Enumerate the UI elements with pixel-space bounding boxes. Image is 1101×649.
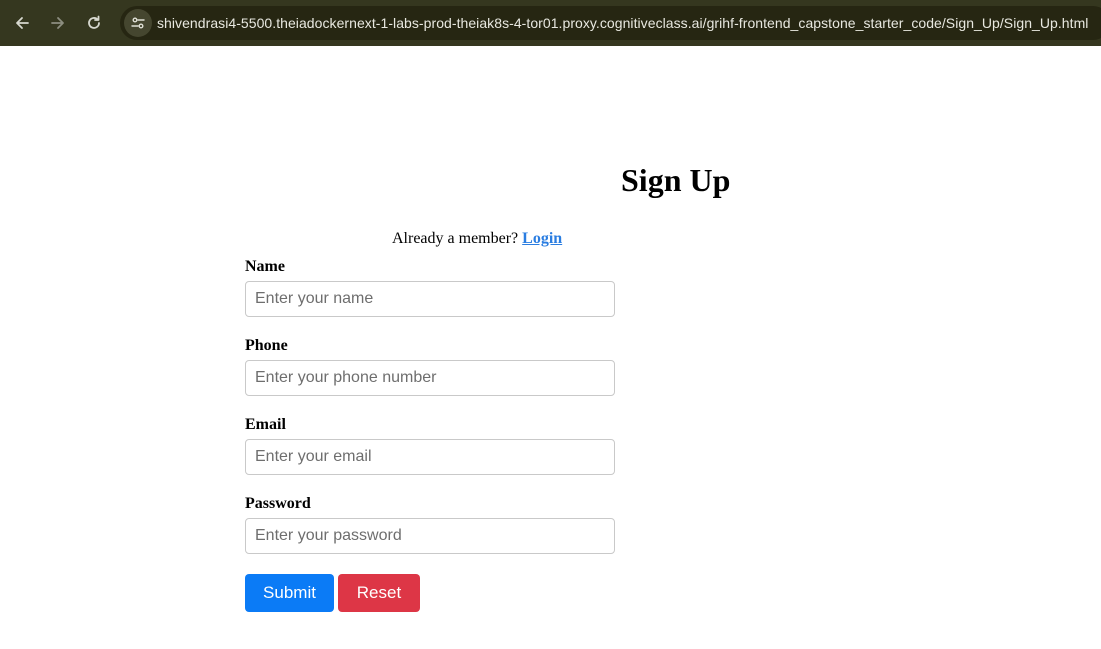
submit-button[interactable]: Submit	[245, 574, 334, 612]
password-label: Password	[245, 495, 311, 512]
reload-button[interactable]	[76, 0, 112, 46]
phone-input[interactable]	[245, 360, 615, 396]
password-input[interactable]	[245, 518, 615, 554]
email-input[interactable]	[245, 439, 615, 475]
reset-button[interactable]: Reset	[338, 574, 420, 612]
address-bar[interactable]: shivendrasi4-5500.theiadockernext-1-labs…	[120, 6, 1101, 40]
arrow-right-icon	[51, 17, 64, 29]
url-text[interactable]: shivendrasi4-5500.theiadockernext-1-labs…	[157, 6, 1088, 40]
site-info-button[interactable]	[124, 9, 152, 37]
login-link[interactable]: Login	[522, 230, 562, 247]
name-input[interactable]	[245, 281, 615, 317]
email-label: Email	[245, 416, 286, 433]
page-content: Sign Up Already a member? Login Name Pho…	[0, 46, 1101, 649]
member-prompt-line: Already a member? Login	[392, 229, 562, 249]
site-settings-icon	[131, 17, 145, 29]
browser-toolbar: shivendrasi4-5500.theiadockernext-1-labs…	[0, 0, 1101, 46]
member-prompt-text: Already a member?	[392, 230, 519, 247]
page-title: Sign Up	[621, 162, 731, 198]
name-label: Name	[245, 258, 285, 275]
forward-button[interactable]	[40, 0, 76, 46]
phone-label: Phone	[245, 337, 288, 354]
back-button[interactable]	[4, 0, 40, 46]
arrow-left-icon	[16, 17, 29, 29]
reload-icon	[88, 15, 100, 29]
